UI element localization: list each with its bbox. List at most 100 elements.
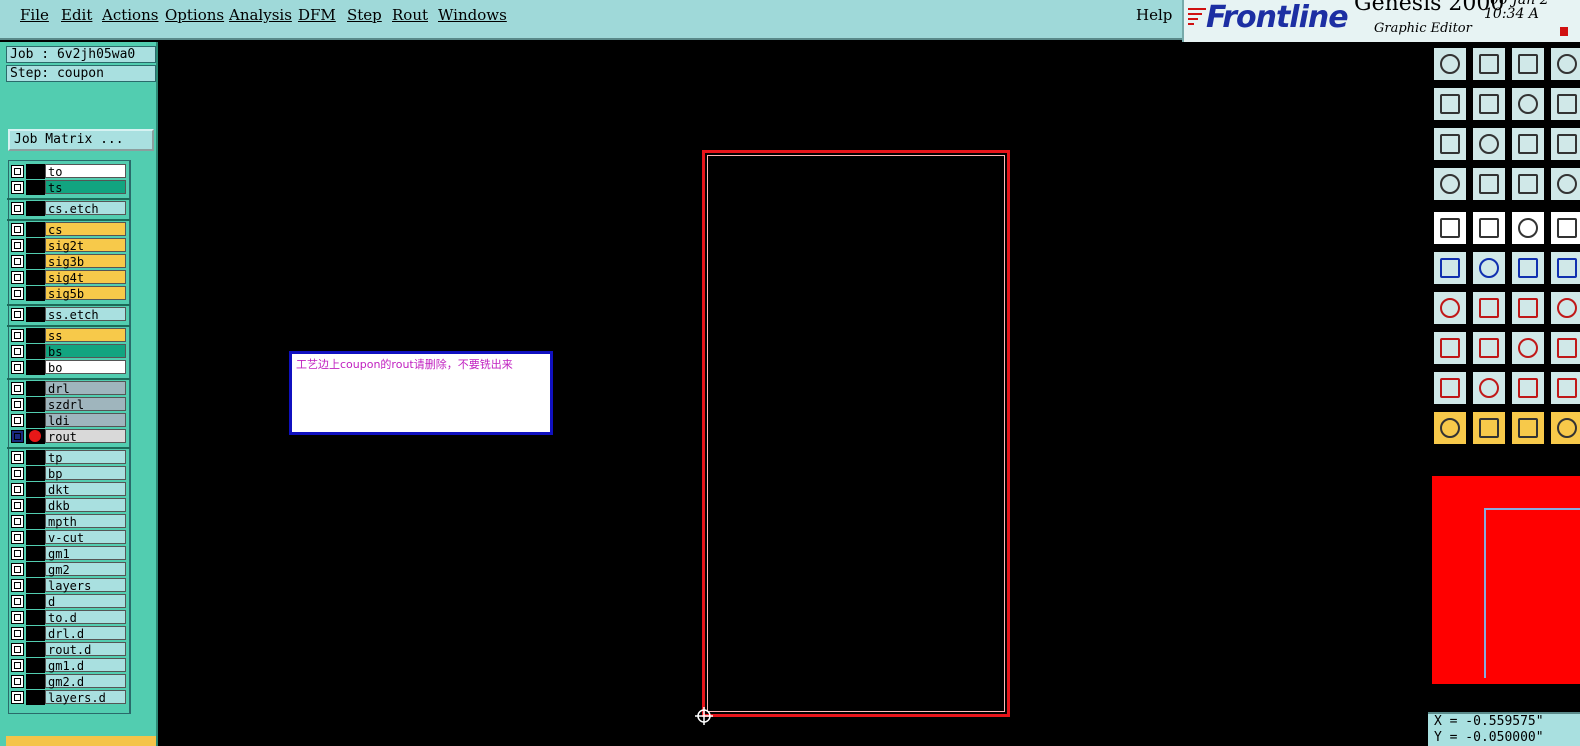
- menu-actions[interactable]: Actions: [102, 6, 158, 24]
- menu-edit[interactable]: Edit: [61, 6, 92, 24]
- menu-file[interactable]: File: [20, 6, 49, 24]
- layer-up-button[interactable]: [1432, 46, 1468, 82]
- select-more-button[interactable]: [1549, 410, 1580, 446]
- snap-button[interactable]: [1510, 166, 1546, 202]
- layer-row[interactable]: tp: [7, 447, 131, 465]
- layer-checkbox[interactable]: [11, 579, 24, 592]
- menu-rout[interactable]: Rout: [392, 6, 428, 24]
- arc-up-button[interactable]: [1471, 370, 1507, 406]
- pad-add-button[interactable]: [1432, 330, 1468, 366]
- menu-windows[interactable]: Windows: [438, 6, 507, 24]
- select-circle-button[interactable]: [1510, 410, 1546, 446]
- layer-checkbox[interactable]: [11, 361, 24, 374]
- layer-checkbox[interactable]: [11, 271, 24, 284]
- layer-row[interactable]: gm2.d: [9, 674, 129, 689]
- layer-down-button[interactable]: [1471, 46, 1507, 82]
- layer-checkbox[interactable]: [11, 239, 24, 252]
- layer-checkbox[interactable]: [11, 531, 24, 544]
- menu-step[interactable]: Step: [347, 6, 382, 24]
- overview-preview[interactable]: [1432, 476, 1580, 684]
- ruler-button[interactable]: [1510, 210, 1546, 246]
- layer-row[interactable]: layers: [9, 578, 129, 593]
- layer-checkbox[interactable]: [11, 643, 24, 656]
- layer-row[interactable]: dkb: [9, 498, 129, 513]
- layer-scrollbar[interactable]: [130, 160, 154, 714]
- properties-button[interactable]: [1432, 166, 1468, 202]
- layer-checkbox[interactable]: [11, 223, 24, 236]
- layer-row[interactable]: gm2: [9, 562, 129, 577]
- grid-button[interactable]: [1471, 166, 1507, 202]
- layer-row[interactable]: ss.etch: [7, 304, 131, 322]
- layer-checkbox[interactable]: [11, 467, 24, 480]
- layer-checkbox[interactable]: [11, 165, 24, 178]
- layer-checkbox[interactable]: [11, 659, 24, 672]
- layer-checkbox[interactable]: [11, 329, 24, 342]
- menu-help[interactable]: Help: [1136, 6, 1172, 24]
- layer-row[interactable]: layers.d: [9, 690, 129, 705]
- undo-view-button[interactable]: [1510, 86, 1546, 122]
- graphic-canvas[interactable]: 工艺边上coupon的rout请删除，不要铣出来: [160, 42, 1428, 746]
- layer-checkbox[interactable]: [11, 691, 24, 704]
- layer-checkbox[interactable]: [11, 414, 24, 427]
- layer-row[interactable]: sig5b: [9, 286, 129, 301]
- measure-button[interactable]: [1549, 166, 1580, 202]
- arc-side-button[interactable]: [1549, 370, 1580, 406]
- layer-checkbox[interactable]: [11, 627, 24, 640]
- zoom-fit-button[interactable]: [1432, 126, 1468, 162]
- layer-checkbox[interactable]: [11, 345, 24, 358]
- feature-select-button[interactable]: [1432, 210, 1468, 246]
- circle-button[interactable]: [1549, 210, 1580, 246]
- connect-button[interactable]: [1432, 250, 1468, 286]
- trim-button[interactable]: [1549, 290, 1580, 326]
- layer-checkbox[interactable]: [11, 563, 24, 576]
- shape-button[interactable]: [1471, 210, 1507, 246]
- layer-checkbox[interactable]: [11, 430, 24, 443]
- line-angle-button[interactable]: [1432, 290, 1468, 326]
- layer-row[interactable]: bs: [9, 344, 129, 359]
- layer-checkbox[interactable]: [11, 181, 24, 194]
- redraw-button[interactable]: [1549, 86, 1580, 122]
- layer-checkbox[interactable]: [11, 255, 24, 268]
- frame-button[interactable]: [1549, 126, 1580, 162]
- layer-row[interactable]: sig4t: [9, 270, 129, 285]
- layer-row[interactable]: sig2t: [9, 238, 129, 253]
- layer-checkbox[interactable]: [11, 398, 24, 411]
- layer-checkbox[interactable]: [11, 547, 24, 560]
- layer-checkbox[interactable]: [11, 483, 24, 496]
- layer-checkbox[interactable]: [11, 675, 24, 688]
- layer-checkbox[interactable]: [11, 451, 24, 464]
- layer-row[interactable]: drl: [7, 378, 131, 396]
- dimension-button[interactable]: [1510, 330, 1546, 366]
- move-point-button[interactable]: [1510, 250, 1546, 286]
- zoom-center-button[interactable]: [1471, 126, 1507, 162]
- layer-row[interactable]: bp: [9, 466, 129, 481]
- point-button[interactable]: [1549, 250, 1580, 286]
- window-button[interactable]: [1549, 46, 1580, 82]
- layer-row[interactable]: d: [9, 594, 129, 609]
- pan-left-button[interactable]: [1432, 86, 1468, 122]
- scale-1-2-button[interactable]: [1510, 126, 1546, 162]
- layer-row[interactable]: drl.d: [9, 626, 129, 641]
- layer-checkbox[interactable]: [11, 308, 24, 321]
- select-arrow-button[interactable]: [1432, 410, 1468, 446]
- layer-row[interactable]: szdrl: [9, 397, 129, 412]
- delete-button[interactable]: [1471, 250, 1507, 286]
- layer-row[interactable]: rout.d: [9, 642, 129, 657]
- layer-row[interactable]: ss: [7, 325, 131, 343]
- menu-analysis[interactable]: Analysis: [229, 6, 292, 24]
- layer-row[interactable]: dkt: [9, 482, 129, 497]
- layer-row[interactable]: to: [9, 164, 129, 179]
- arc-button[interactable]: [1432, 370, 1468, 406]
- layer-row[interactable]: cs: [7, 219, 131, 237]
- layer-checkbox[interactable]: [11, 595, 24, 608]
- layer-row[interactable]: mpth: [9, 514, 129, 529]
- layer-checkbox[interactable]: [11, 202, 24, 215]
- layer-row[interactable]: cs.etch: [7, 198, 131, 216]
- note-box[interactable]: 工艺边上coupon的rout请删除，不要铣出来: [289, 351, 553, 435]
- layer-row[interactable]: ldi: [9, 413, 129, 428]
- layer-row[interactable]: gm1: [9, 546, 129, 561]
- home-button[interactable]: [1510, 46, 1546, 82]
- line-add-button[interactable]: [1471, 330, 1507, 366]
- layer-checkbox[interactable]: [11, 515, 24, 528]
- layer-row[interactable]: bo: [9, 360, 129, 375]
